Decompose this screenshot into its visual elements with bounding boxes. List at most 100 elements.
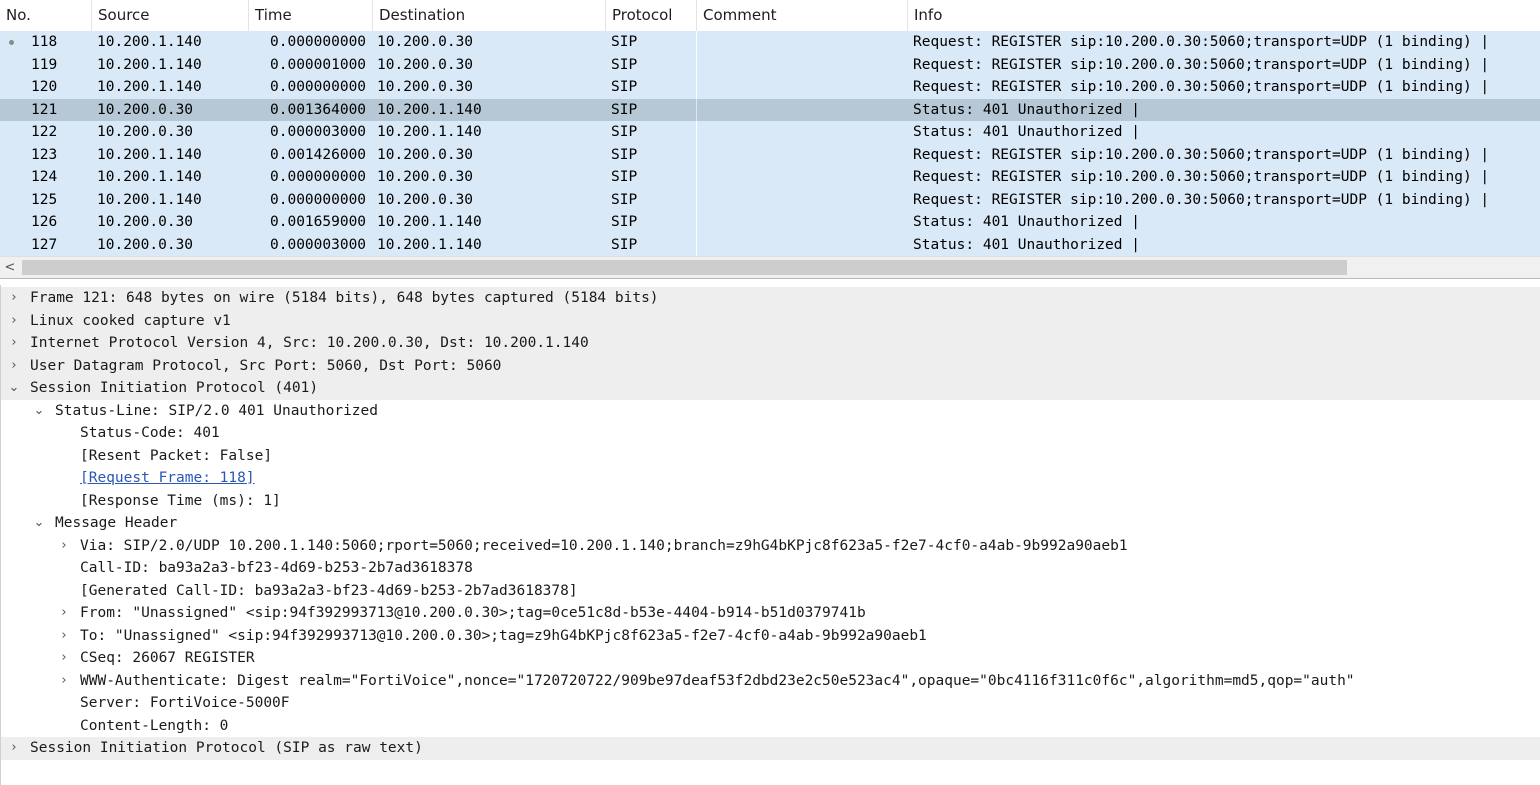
tree-item[interactable]: › Session Initiation Protocol (SIP as raw… bbox=[0, 737, 1540, 760]
column-time[interactable]: Time bbox=[249, 0, 373, 31]
cell-time: 0.001659000 bbox=[270, 214, 367, 230]
scroll-left-arrow-icon[interactable]: < bbox=[0, 257, 20, 278]
cell-source: 10.200.1.140 bbox=[97, 34, 202, 50]
column-header: No. Source Time Destination Protocol Com… bbox=[0, 0, 1540, 32]
pane-border bbox=[0, 285, 1, 785]
tree-item[interactable]: Content-Length: 0 bbox=[0, 715, 1540, 738]
tree-item[interactable]: › Internet Protocol Version 4, Src: 10.20… bbox=[0, 332, 1540, 355]
packet-row[interactable]: 118 10.200.1.140 0.000000000 10.200.0.30 SIP… bbox=[0, 31, 1540, 54]
cell-no: 121 bbox=[31, 101, 58, 118]
chevron-right-icon[interactable]: › bbox=[57, 625, 71, 648]
column-no[interactable]: No. bbox=[0, 0, 92, 31]
tree-item[interactable]: › Frame 121: 648 bytes on wire (5184 bits… bbox=[0, 287, 1540, 310]
tree-item[interactable]: › User Datagram Protocol, Src Port: 5060,… bbox=[0, 354, 1540, 378]
tree-item[interactable]: › From: "Unassigned" <sip:94f392993713@10… bbox=[0, 602, 1540, 625]
cell-time: 0.000003000 bbox=[270, 124, 367, 140]
column-protocol[interactable]: Protocol bbox=[606, 0, 697, 31]
cell-destination: 10.200.1.140 bbox=[377, 236, 482, 253]
tree-item-label: Call-ID: ba93a2a3-bf23-4d69-b253-2b7ad36… bbox=[80, 560, 473, 576]
cell-source: 10.200.1.140 bbox=[97, 169, 202, 185]
chevron-right-icon[interactable]: › bbox=[7, 287, 21, 310]
cell-protocol: SIP bbox=[611, 124, 638, 140]
chevron-right-icon[interactable]: › bbox=[57, 535, 71, 558]
chevron-right-icon[interactable]: › bbox=[7, 332, 21, 355]
cell-info: Request: REGISTER sip:10.200.0.30:5060;t… bbox=[913, 146, 1490, 163]
tree-item-label: Frame 121: 648 bytes on wire (5184 bits)… bbox=[30, 290, 659, 306]
column-divider bbox=[696, 76, 697, 99]
chevron-right-icon[interactable]: › bbox=[7, 355, 21, 378]
tree-item[interactable]: [Resent Packet: False] bbox=[0, 445, 1540, 468]
cell-info: Status: 401 Unauthorized | bbox=[913, 124, 1140, 140]
chevron-right-icon[interactable]: › bbox=[7, 310, 21, 333]
column-source[interactable]: Source bbox=[92, 0, 249, 31]
column-divider bbox=[696, 121, 697, 144]
tree-item[interactable]: › WWW-Authenticate: Digest realm="FortiVo… bbox=[0, 670, 1540, 693]
tree-item[interactable]: Status-Code: 401 bbox=[0, 422, 1540, 445]
chevron-right-icon[interactable]: › bbox=[57, 670, 71, 693]
tree-item-label: Session Initiation Protocol (401) bbox=[30, 380, 319, 396]
tree-item-label: Server: FortiVoice-5000F bbox=[80, 695, 290, 711]
column-divider bbox=[696, 31, 697, 54]
tree-item-label: Content-Length: 0 bbox=[80, 717, 229, 734]
cell-time: 0.000000000 bbox=[270, 79, 367, 95]
tree-item[interactable]: › Via: SIP/2.0/UDP 10.200.1.140:5060;rpor… bbox=[0, 535, 1540, 558]
packet-row[interactable]: 124 10.200.1.140 0.000000000 10.200.0.30 SIP… bbox=[0, 166, 1540, 189]
tree-item[interactable]: [Response Time (ms): 1] bbox=[0, 490, 1540, 513]
tree-item[interactable]: › CSeq: 26067 REGISTER bbox=[0, 647, 1540, 670]
cell-protocol: SIP bbox=[611, 191, 638, 208]
packet-row[interactable]: 123 10.200.1.140 0.001426000 10.200.0.30 SIP… bbox=[0, 143, 1540, 166]
cell-protocol: SIP bbox=[611, 146, 638, 163]
packet-row[interactable]: 122 10.200.0.30 0.000003000 10.200.1.140 SIP… bbox=[0, 121, 1540, 144]
tree-item[interactable]: ⌄ Session Initiation Protocol (401) bbox=[0, 377, 1540, 400]
cell-no: 127 bbox=[31, 236, 58, 253]
cell-source: 10.200.0.30 bbox=[97, 236, 194, 253]
chevron-right-icon[interactable]: › bbox=[57, 602, 71, 625]
packet-row[interactable]: 126 10.200.0.30 0.001659000 10.200.1.140 SIP… bbox=[0, 211, 1540, 234]
cell-protocol: SIP bbox=[611, 169, 638, 185]
cell-destination: 10.200.1.140 bbox=[377, 214, 482, 230]
tree-item-label: Status-Code: 401 bbox=[80, 425, 220, 441]
cell-protocol: SIP bbox=[611, 56, 638, 73]
tree-item[interactable]: › Linux cooked capture v1 bbox=[0, 309, 1540, 333]
tree-item[interactable]: ⌄ Status-Line: SIP/2.0 401 Unauthorized bbox=[0, 400, 1540, 423]
cell-time: 0.001364000 bbox=[270, 101, 367, 118]
packet-row[interactable]: 120 10.200.1.140 0.000000000 10.200.0.30 SIP… bbox=[0, 76, 1540, 99]
chevron-right-icon[interactable]: › bbox=[7, 737, 21, 760]
chevron-down-icon[interactable]: ⌄ bbox=[32, 400, 46, 423]
tree-item[interactable]: [Generated Call-ID: ba93a2a3-bf23-4d69-b… bbox=[0, 580, 1540, 603]
tree-item[interactable]: Call-ID: ba93a2a3-bf23-4d69-b253-2b7ad36… bbox=[0, 557, 1540, 580]
chevron-down-icon[interactable]: ⌄ bbox=[7, 377, 21, 400]
cell-source: 10.200.1.140 bbox=[97, 191, 202, 208]
tree-item[interactable]: [Request Frame: 118] bbox=[0, 467, 1540, 490]
packet-row[interactable]: 119 10.200.1.140 0.000001000 10.200.0.30 SIP… bbox=[0, 53, 1540, 76]
chevron-down-icon[interactable]: ⌄ bbox=[32, 512, 46, 535]
tree-item[interactable]: › To: "Unassigned" <sip:94f392993713@10.2… bbox=[0, 625, 1540, 648]
cell-time: 0.000000000 bbox=[270, 191, 367, 208]
cell-no: 122 bbox=[31, 124, 58, 140]
column-comment[interactable]: Comment bbox=[697, 0, 908, 31]
packet-row[interactable]: 127 10.200.0.30 0.000003000 10.200.1.140 SIP… bbox=[0, 233, 1540, 256]
column-destination[interactable]: Destination bbox=[373, 0, 606, 31]
chevron-right-icon[interactable]: › bbox=[57, 647, 71, 670]
cell-protocol: SIP bbox=[611, 236, 638, 253]
cell-time: 0.000001000 bbox=[270, 56, 367, 73]
cell-time: 0.000003000 bbox=[270, 236, 367, 253]
tree-item[interactable]: Server: FortiVoice-5000F bbox=[0, 692, 1540, 715]
cell-destination: 10.200.0.30 bbox=[377, 169, 474, 185]
cell-destination: 10.200.0.30 bbox=[377, 34, 474, 50]
packet-list[interactable]: No. Source Time Destination Protocol Com… bbox=[0, 0, 1540, 278]
horizontal-scrollbar[interactable]: < bbox=[0, 256, 1540, 278]
scrollbar-thumb[interactable] bbox=[22, 260, 1347, 275]
tree-item-label: CSeq: 26067 REGISTER bbox=[80, 650, 255, 666]
column-info[interactable]: Info bbox=[908, 0, 1540, 31]
tree-item-label: Message Header bbox=[55, 515, 178, 531]
tree-item-label: WWW-Authenticate: Digest realm="FortiVoi… bbox=[80, 672, 1355, 689]
column-divider bbox=[696, 188, 697, 211]
packet-details-tree[interactable]: › Frame 121: 648 bytes on wire (5184 bits… bbox=[0, 285, 1540, 785]
tree-item-label: User Datagram Protocol, Src Port: 5060, … bbox=[30, 357, 502, 374]
tree-item[interactable]: ⌄ Message Header bbox=[0, 512, 1540, 535]
packet-row[interactable]: 125 10.200.1.140 0.000000000 10.200.0.30 SIP… bbox=[0, 188, 1540, 211]
cell-destination: 10.200.0.30 bbox=[377, 56, 474, 73]
request-frame-link[interactable]: [Request Frame: 118] bbox=[80, 467, 255, 490]
packet-row[interactable]: 121 10.200.0.30 0.001364000 10.200.1.140 SIP… bbox=[0, 98, 1540, 121]
